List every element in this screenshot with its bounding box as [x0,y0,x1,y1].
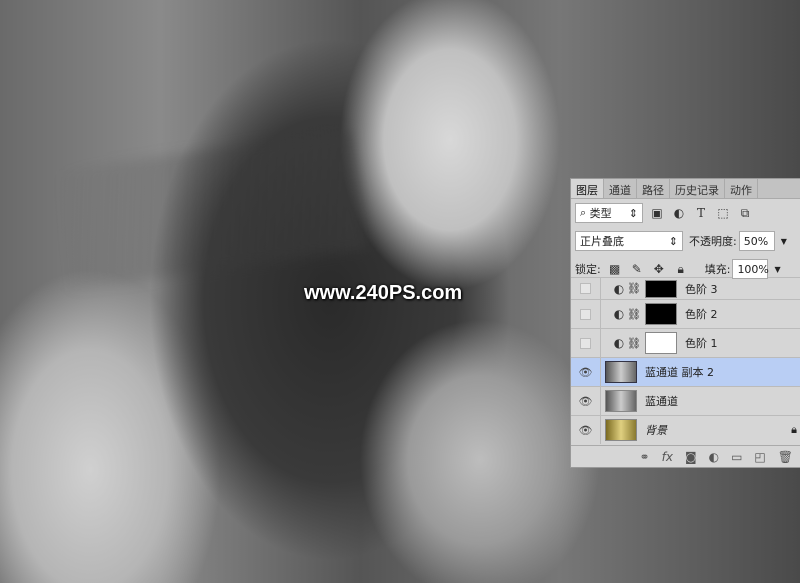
link-icon: ⛓ [627,282,641,295]
opacity-input[interactable]: 50% [738,231,775,251]
layer-row-levels-1[interactable]: ◐ ⛓ 色阶 1 [571,328,800,357]
new-group-icon[interactable]: ▭ [731,450,742,464]
smart-object-filter-icon[interactable]: ⧉ [737,206,753,221]
filter-type-select[interactable]: ⌕ 类型 ⇕ [575,203,643,223]
tab-actions[interactable]: 动作 [725,179,758,198]
search-icon: ⌕ [580,206,590,219]
lock-transparency-icon[interactable]: ▩ [607,262,623,276]
eye-icon[interactable]: 👁︎ [571,416,601,444]
mask-thumbnail [644,303,677,325]
lock-label: 锁定: [575,263,601,276]
layer-name: 背景 [645,424,667,437]
layer-name: 色阶 1 [684,337,718,350]
adjustment-icon: ◐ [613,336,625,350]
opacity-dropdown-icon[interactable]: ▼ [781,237,787,246]
visibility-toggle[interactable] [580,308,591,320]
blend-mode-select[interactable]: 正片叠底 ⇕ [575,231,683,251]
adjustment-icon: ◐ [613,281,625,296]
add-mask-icon[interactable]: ◙ [685,450,697,464]
layer-thumbnail [605,390,637,412]
adjustment-filter-icon[interactable]: ◐ [671,206,687,220]
layer-name: 色阶 2 [684,308,718,321]
mask-thumbnail [644,332,677,354]
layer-row-blue-channel[interactable]: 👁︎ 蓝通道 [571,386,800,415]
layers-panel: 图层 通道 路径 历史记录 动作 ⌕ 类型 ⇕ ▣ ◐ T ⬚ ⧉ 正片叠底 ⇕ 不… [570,178,800,468]
layer-name: 蓝通道 [645,395,678,408]
layer-row-background[interactable]: 👁︎ 背景 🔒︎ [571,415,800,444]
fx-icon[interactable]: fx [662,450,673,464]
updown-icon: ⇕ [628,206,638,220]
shape-filter-icon[interactable]: ⬚ [715,206,731,220]
tab-layers[interactable]: 图层 [571,179,604,198]
lock-icon: 🔒︎ [791,423,797,436]
link-icon: ⛓ [627,336,641,350]
tab-paths[interactable]: 路径 [637,179,670,198]
eye-icon[interactable]: 👁︎ [571,387,601,415]
tab-channels[interactable]: 通道 [604,179,637,198]
new-adjustment-icon[interactable]: ◐ [709,450,719,464]
layer-thumbnail [605,361,637,383]
fill-label: 填充: [704,263,731,276]
mask-thumbnail [644,279,677,298]
lock-paint-icon[interactable]: ✎ [629,262,645,276]
lock-move-icon[interactable]: ✥ [651,262,667,276]
lock-all-icon[interactable]: 🔒︎ [673,262,689,277]
opacity-label: 不透明度: [689,235,737,248]
fill-dropdown-icon[interactable]: ▼ [774,265,780,274]
layer-row-levels-3[interactable]: ◐ ⛓ 色阶 3 [571,277,800,299]
updown-icon: ⇕ [668,234,678,248]
layer-name: 蓝通道 副本 2 [645,366,714,379]
eye-icon[interactable]: 👁︎ [571,358,601,386]
layer-row-blue-channel-copy-2[interactable]: 👁︎ 蓝通道 副本 2 [571,357,800,386]
layer-thumbnail [605,419,637,441]
delete-layer-icon[interactable]: 🗑︎ [778,450,793,464]
new-layer-icon[interactable]: ◰ [754,450,765,464]
visibility-toggle[interactable] [580,337,591,349]
link-layers-icon[interactable]: ⚭ [640,450,650,464]
visibility-toggle[interactable] [580,283,591,294]
tab-history[interactable]: 历史记录 [670,179,725,198]
layer-row-levels-2[interactable]: ◐ ⛓ 色阶 2 [571,299,800,328]
link-icon: ⛓ [627,307,641,321]
watermark: www.240PS.com [304,282,463,304]
adjustment-icon: ◐ [613,307,625,321]
fill-input[interactable]: 100% [732,259,769,279]
type-filter-icon[interactable]: T [693,206,709,220]
image-filter-icon[interactable]: ▣ [649,206,665,220]
layer-name: 色阶 3 [684,282,718,296]
